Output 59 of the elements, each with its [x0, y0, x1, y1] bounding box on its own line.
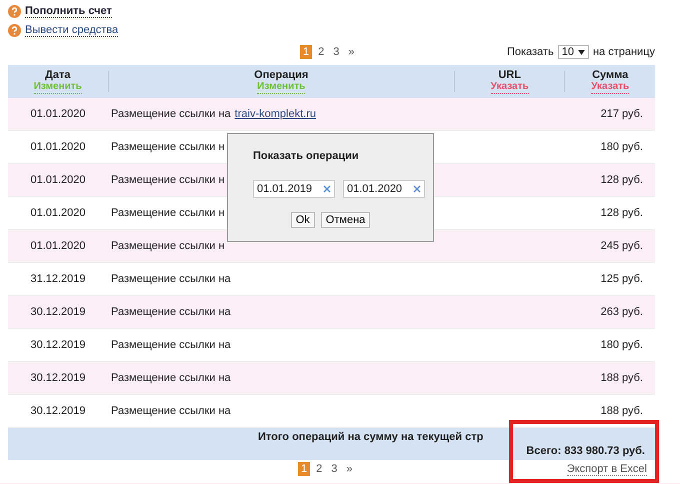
help-icon — [8, 24, 21, 36]
caret-icon — [578, 50, 585, 54]
column-header: Дата — [45, 69, 70, 81]
account-link[interactable]: Вывести средства — [25, 24, 118, 36]
page-link[interactable]: 3 — [330, 45, 342, 59]
date-cell: 30.12.2019 — [30, 306, 86, 318]
dialog-title: Показать операции — [253, 150, 360, 162]
page-link[interactable]: » — [345, 45, 358, 59]
operation-cell: Размещение ссылки на — [111, 405, 231, 417]
operation-cell: Размещение ссылки на — [111, 273, 231, 285]
site-link[interactable]: traiv-komplekt.ru — [234, 108, 316, 120]
column-header: Сумма — [592, 69, 628, 81]
sum-cell: 180 руб. — [600, 339, 643, 351]
help-icon — [8, 4, 21, 18]
date-cell: 30.12.2019 — [30, 339, 86, 351]
date-cell: 30.12.2019 — [30, 405, 86, 417]
total-label: Итого операций на сумму на текущей стр — [258, 431, 484, 443]
date-field[interactable]: 01.01.2020 — [343, 180, 425, 198]
date-cell: 30.12.2019 — [30, 372, 86, 384]
per-page-select[interactable]: 10 — [558, 45, 589, 59]
sum-cell: 180 руб. — [600, 141, 643, 153]
column-header: URL — [498, 69, 521, 81]
sum-cell: 125 руб. — [600, 273, 643, 285]
sum-cell: 128 руб. — [600, 174, 643, 186]
page-link[interactable]: » — [343, 462, 356, 476]
dialog-button[interactable]: Отмена — [320, 212, 370, 228]
dialog-button[interactable]: Ok — [290, 212, 315, 228]
operation-cell: Размещение ссылки н — [111, 141, 225, 153]
date-cell: 01.01.2020 — [30, 174, 86, 186]
clear-icon[interactable] — [323, 185, 331, 193]
date-cell: 01.01.2020 — [30, 141, 86, 153]
export-link[interactable]: Экспорт в Excel — [566, 462, 647, 476]
grand-total: Всего: 833 980.73 руб. — [526, 445, 645, 457]
operation-cell: Размещение ссылки на — [111, 339, 231, 351]
operation-cell: Размещение ссылки на — [111, 306, 231, 318]
column-header: Операция — [254, 69, 308, 81]
operation-cell: Размещение ссылки на — [111, 372, 231, 384]
page-link[interactable]: 2 — [313, 462, 326, 476]
operation-cell: Размещение ссылки н — [111, 174, 225, 186]
date-cell: 31.12.2019 — [30, 273, 86, 285]
per-page-label: Показать — [506, 46, 554, 58]
date-cell: 01.01.2020 — [30, 108, 86, 120]
operation-cell: Размещение ссылки на — [111, 108, 231, 120]
sum-cell: 128 руб. — [600, 207, 643, 219]
operation-cell: Размещение ссылки н — [111, 207, 225, 219]
sum-cell: 188 руб. — [600, 372, 643, 384]
sum-cell: 245 руб. — [600, 240, 643, 252]
date-cell: 01.01.2020 — [30, 207, 86, 219]
account-link[interactable]: Пополнить счет — [25, 4, 112, 18]
page-link[interactable]: 2 — [315, 45, 328, 59]
operation-cell: Размещение ссылки н — [111, 240, 225, 252]
sum-cell: 217 руб. — [600, 108, 643, 120]
page-link[interactable]: 3 — [328, 462, 340, 476]
sum-cell: 263 руб. — [600, 306, 643, 318]
sum-cell: 188 руб. — [600, 405, 643, 417]
date-field[interactable]: 01.01.2019 — [253, 180, 335, 198]
date-cell: 01.01.2020 — [30, 240, 86, 252]
per-page-label: на страницу — [592, 46, 655, 58]
clear-icon[interactable] — [413, 185, 421, 193]
